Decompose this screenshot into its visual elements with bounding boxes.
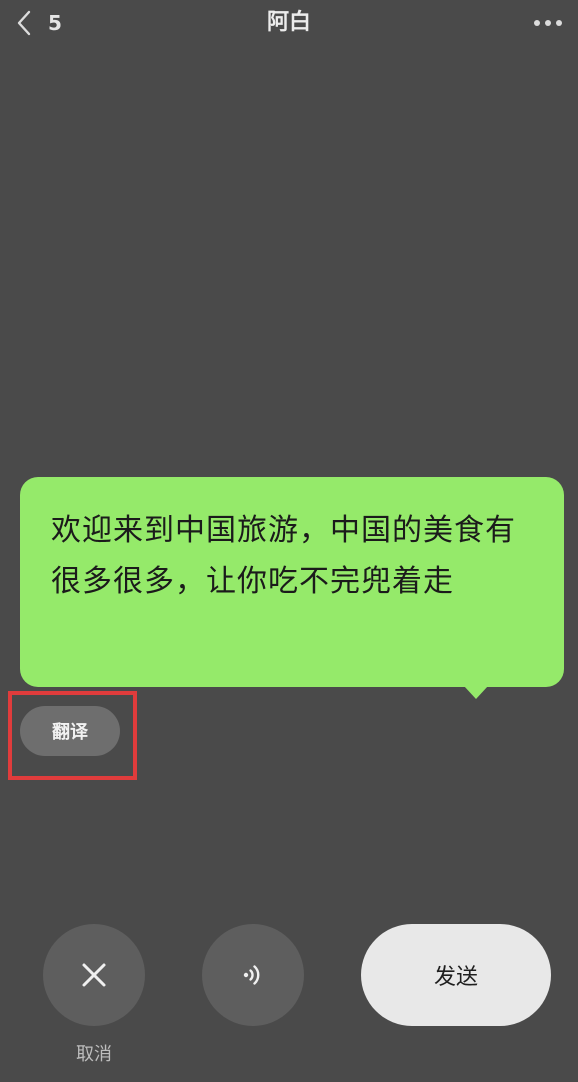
send-button[interactable]: 发送 xyxy=(361,924,551,1026)
voice-button[interactable] xyxy=(202,924,304,1026)
translate-button[interactable]: 翻译 xyxy=(20,706,120,756)
message-text: 欢迎来到中国旅游，中国的美食有很多很多，让你吃不完兜着走 xyxy=(51,513,516,599)
chat-title: 阿白 xyxy=(266,10,311,35)
message-bubble: 欢迎来到中国旅游，中国的美食有很多很多，让你吃不完兜着走 xyxy=(20,477,564,699)
speaker-icon xyxy=(243,965,260,985)
more-button[interactable] xyxy=(532,10,564,36)
cancel-label: 取消 xyxy=(76,1044,112,1065)
more-dots-icon xyxy=(534,20,562,26)
close-icon xyxy=(82,963,106,987)
bubble-tail xyxy=(464,686,488,699)
top-navigation-bar: 5 阿白 xyxy=(0,0,578,48)
cancel-button[interactable] xyxy=(43,924,145,1026)
